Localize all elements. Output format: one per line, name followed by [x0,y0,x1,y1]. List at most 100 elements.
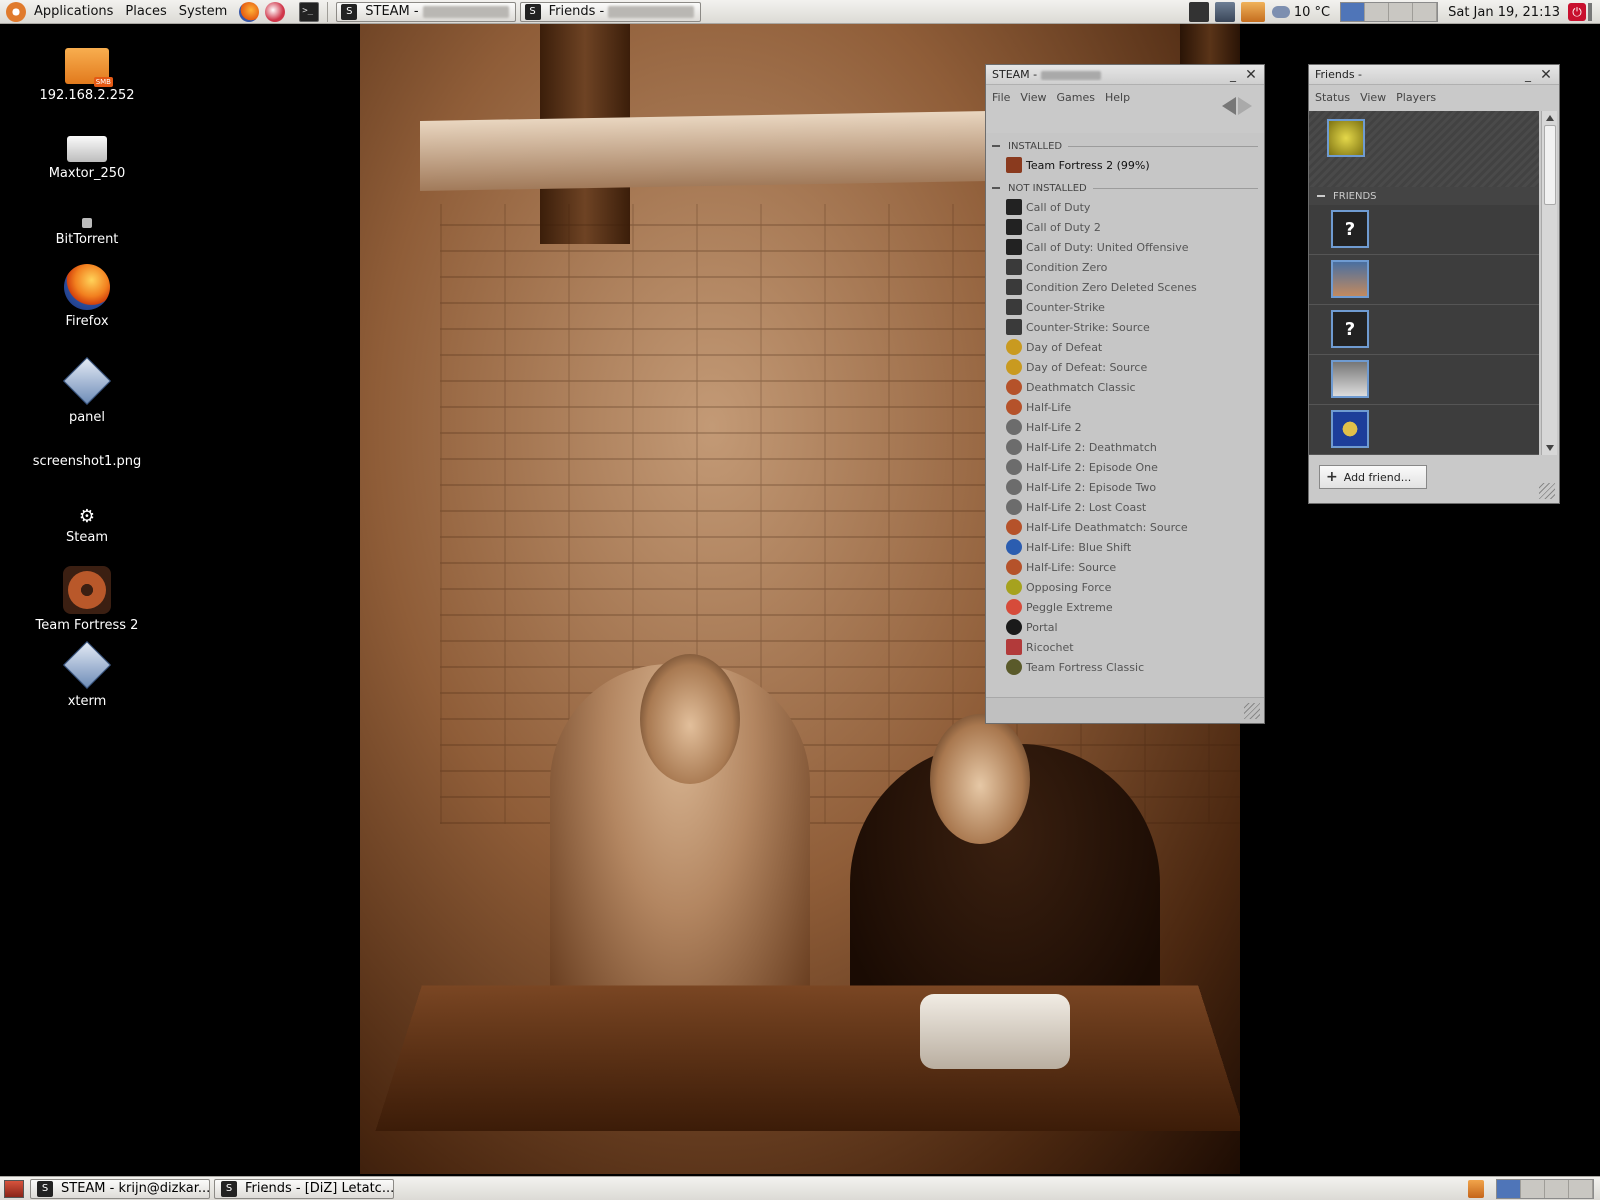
show-desktop-button[interactable] [4,1179,24,1198]
workspace-1[interactable] [1497,1180,1521,1198]
back-arrow-icon[interactable] [1222,97,1236,115]
collapse-icon[interactable] [992,187,1000,189]
friends-window-titlebar[interactable]: Friends - _ ✕ [1309,65,1559,85]
friend-avatar[interactable]: ? [1331,310,1369,348]
game-row[interactable]: Peggle Extreme [986,597,1264,617]
weather-applet[interactable]: 10 °C [1271,5,1330,20]
self-avatar[interactable] [1327,119,1365,157]
add-friend-button[interactable]: + Add friend... [1319,465,1427,489]
mail-launcher-icon[interactable] [265,1,286,22]
game-row[interactable]: Condition Zero Deleted Scenes [986,277,1264,297]
desktop-icon-xterm[interactable]: xterm [12,640,162,709]
bottom-task-steam[interactable]: S STEAM - krijn@dizkar... [30,1178,210,1199]
game-row[interactable]: Half-Life 2 [986,417,1264,437]
menu-system[interactable]: System [173,0,233,24]
desktop-icon-tf2[interactable]: Team Fortress 2 [12,566,162,633]
workspace-2[interactable] [1365,3,1390,21]
friend-avatar[interactable] [1331,260,1369,298]
game-row[interactable]: Counter-Strike [986,297,1264,317]
bottom-task-friends[interactable]: S Friends - [DiZ] Letatc... [214,1178,394,1199]
workspace-3[interactable] [1389,3,1414,21]
game-row[interactable]: Portal [986,617,1264,637]
game-row[interactable]: Counter-Strike: Source [986,317,1264,337]
desktop-icon-panel[interactable]: panel [12,356,162,425]
game-row[interactable]: Half-Life [986,397,1264,417]
workspace-switcher[interactable] [1340,2,1439,22]
game-row[interactable]: Deathmatch Classic [986,377,1264,397]
clock[interactable]: Sat Jan 19, 21:13 [1448,5,1560,20]
game-row[interactable]: Call of Duty 2 [986,217,1264,237]
collapse-icon[interactable] [992,145,1000,147]
desktop-icon-network-share[interactable]: 192.168.2.252 [12,48,162,103]
resize-grip-icon[interactable] [1539,483,1555,499]
scroll-up-icon[interactable] [1545,115,1554,121]
update-tray-icon[interactable] [1240,2,1265,22]
friend-row[interactable] [1309,405,1539,455]
friend-avatar[interactable] [1331,410,1369,448]
resize-grip-icon[interactable] [1244,703,1260,719]
game-row[interactable]: Call of Duty: United Offensive [986,237,1264,257]
game-row[interactable]: Half-Life 2: Episode Two [986,477,1264,497]
friend-row[interactable]: ? [1309,305,1539,355]
desktop-icon-firefox[interactable]: Firefox [12,264,162,329]
game-row[interactable]: Half-Life 2: Lost Coast [986,497,1264,517]
terminal-launcher-icon[interactable] [299,1,320,22]
menu-players[interactable]: Players [1396,91,1436,104]
top-task-friends[interactable]: S Friends - [519,1,702,22]
game-row[interactable]: Team Fortress 2 (99%) [986,155,1264,175]
network-tray-icon[interactable] [1214,2,1235,22]
game-row[interactable]: Half-Life 2: Episode One [986,457,1264,477]
steam-tray-icon[interactable] [1188,2,1209,22]
close-button[interactable]: ✕ [1244,67,1258,83]
forward-arrow-icon[interactable] [1238,97,1252,115]
scroll-down-icon[interactable] [1546,445,1554,451]
menu-places[interactable]: Places [119,0,172,24]
menu-view[interactable]: View [1360,91,1386,104]
game-row[interactable]: Half-Life: Blue Shift [986,537,1264,557]
power-icon[interactable]: ⏻ [1568,3,1586,21]
workspace-3[interactable] [1545,1180,1569,1198]
desktop-icon-steam[interactable]: ⚙ Steam [12,508,162,546]
friend-avatar[interactable] [1331,360,1369,398]
menu-applications[interactable]: Applications [28,0,119,24]
friends-section-header[interactable]: FRIENDS [1309,187,1539,205]
minimize-button[interactable]: _ [1521,68,1535,82]
scrollbar-thumb[interactable] [1543,125,1556,205]
game-row[interactable]: Day of Defeat: Source [986,357,1264,377]
workspace-4[interactable] [1413,3,1438,21]
ubuntu-logo-icon[interactable] [6,1,26,22]
game-row[interactable]: Opposing Force [986,577,1264,597]
self-profile-row[interactable] [1309,111,1539,187]
game-row[interactable]: Team Fortress Classic [986,657,1264,677]
close-button[interactable]: ✕ [1539,67,1553,83]
friends-scrollbar[interactable] [1541,111,1557,455]
workspace-2[interactable] [1521,1180,1545,1198]
top-task-steam[interactable]: S STEAM - [336,1,516,22]
workspace-1[interactable] [1341,3,1366,21]
installed-section-header[interactable]: INSTALLED [986,137,1264,155]
game-row[interactable]: Half-Life: Source [986,557,1264,577]
game-row[interactable]: Call of Duty [986,197,1264,217]
workspace-switcher[interactable] [1496,1179,1594,1199]
game-row[interactable]: Day of Defeat [986,337,1264,357]
friend-row[interactable] [1309,255,1539,305]
menu-help[interactable]: Help [1105,91,1130,104]
game-row[interactable]: Ricochet [986,637,1264,657]
firefox-launcher-icon[interactable] [239,1,260,22]
menu-file[interactable]: File [992,91,1010,104]
trash-icon[interactable] [1468,1180,1484,1198]
desktop-icon-drive[interactable]: Maxtor_250 [12,136,162,181]
minimize-button[interactable]: _ [1226,68,1240,82]
menu-status[interactable]: Status [1315,91,1350,104]
game-row[interactable]: Condition Zero [986,257,1264,277]
game-row[interactable]: Half-Life 2: Deathmatch [986,437,1264,457]
steam-window-titlebar[interactable]: STEAM - _ ✕ [986,65,1264,85]
volume-icon[interactable] [1588,3,1598,21]
not-installed-section-header[interactable]: NOT INSTALLED [986,179,1264,197]
workspace-4[interactable] [1569,1180,1593,1198]
desktop-icon-screenshot[interactable]: screenshot1.png [12,454,162,469]
game-row[interactable]: Half-Life Deathmatch: Source [986,517,1264,537]
menu-games[interactable]: Games [1057,91,1095,104]
collapse-icon[interactable] [1317,195,1325,197]
friend-avatar[interactable]: ? [1331,210,1369,248]
